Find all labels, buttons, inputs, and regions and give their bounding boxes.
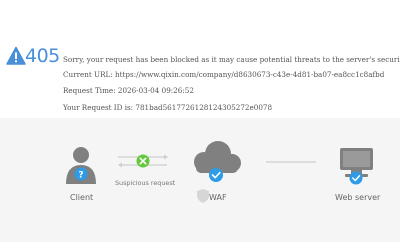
client-label: Client — [70, 193, 94, 202]
suspicious-request-label: Suspicious request — [115, 179, 176, 187]
error-panel: 405 Sorry, your request has been blocked… — [0, 0, 400, 118]
server-check-icon — [349, 171, 363, 185]
waf-label: WAF — [209, 193, 227, 202]
blocked-icon — [136, 154, 150, 168]
request-time-line: Request Time: 2026-03-04 09:26:52 — [63, 86, 194, 95]
svg-text:?: ? — [78, 171, 83, 181]
current-url-value: https://www.qixin.com/company/d8630673-c… — [115, 70, 385, 79]
block-page: 405 Sorry, your request has been blocked… — [0, 0, 400, 242]
waf-check-icon — [209, 168, 223, 182]
request-id-value: 781bad5617726128124305272e0078 — [135, 103, 273, 112]
current-url-line: Current URL: https://www.qixin.com/compa… — [63, 70, 384, 79]
question-icon: ? — [74, 167, 88, 181]
web-server-label: Web server — [335, 193, 381, 202]
request-id-line: Your Request ID is: 781bad56177261281243… — [63, 103, 272, 112]
warning-icon — [6, 46, 26, 65]
current-url-label: Current URL: — [63, 70, 113, 79]
request-time-value: 2026-03-04 09:26:52 — [117, 86, 194, 95]
traffic-diagram: ? Client Suspicious request WAF Web serv… — [0, 118, 400, 242]
error-code: 405 — [25, 45, 60, 67]
diagram-canvas: ? — [66, 141, 373, 203]
request-time-label: Request Time: — [63, 86, 116, 95]
block-message: Sorry, your request has been blocked as … — [63, 55, 400, 64]
shield-icon — [197, 189, 209, 203]
request-id-label: Your Request ID is: — [63, 103, 134, 112]
